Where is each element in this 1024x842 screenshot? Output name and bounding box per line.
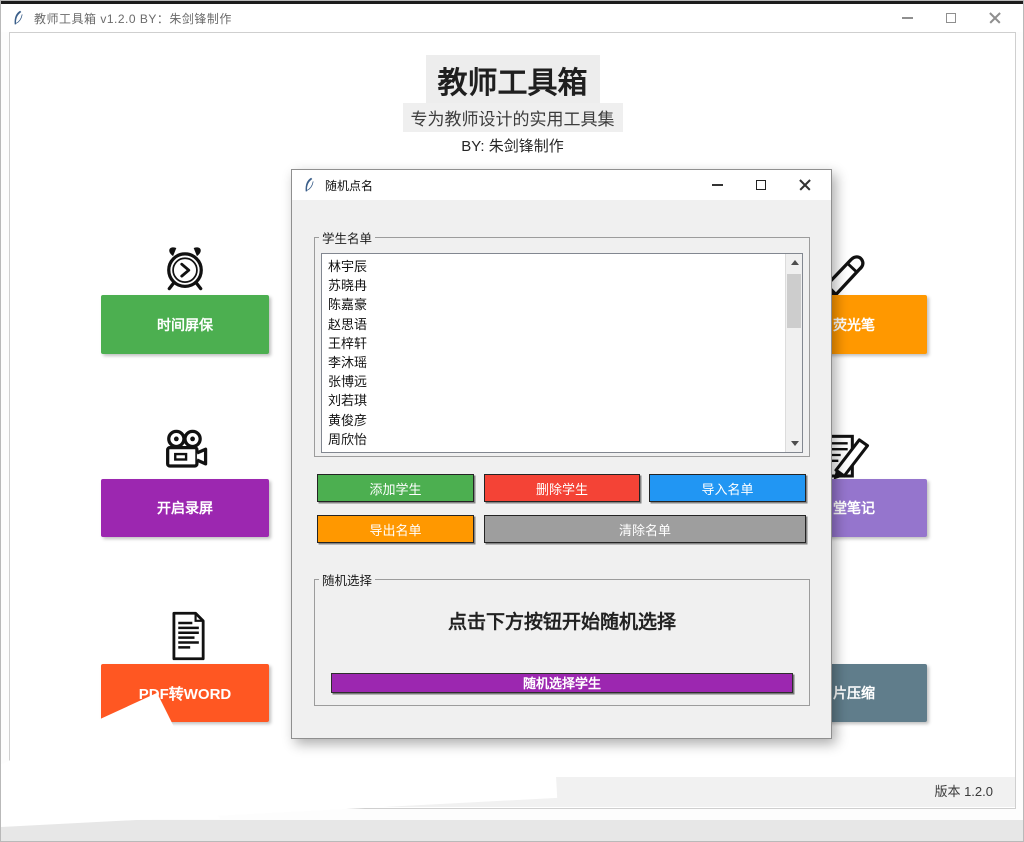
page-title-row: 教师工具箱: [10, 55, 1015, 105]
main-window-title: 教师工具箱 v1.2.0 BY：朱剑锋制作: [34, 10, 232, 27]
app-window: 教师工具箱 v1.2.0 BY：朱剑锋制作 教师工具箱 专为教师设计的实用工具集…: [0, 0, 1024, 842]
export-list-button[interactable]: 导出名单: [317, 515, 474, 543]
page-byline: BY: 朱剑锋制作: [10, 135, 1015, 156]
dialog-window-controls: [695, 171, 827, 199]
student-list-item[interactable]: 林宇辰: [328, 257, 779, 276]
student-list-group-label: 学生名单: [319, 228, 375, 247]
add-student-button[interactable]: 添加学生: [317, 474, 474, 502]
video-camera-icon: [159, 427, 211, 479]
random-select-group: 随机选择 点击下方按钮开始随机选择 随机选择学生: [314, 570, 810, 706]
dialog-minimize-icon[interactable]: [695, 171, 739, 199]
listbox-scrollbar[interactable]: [785, 254, 802, 452]
dialog-feather-icon: [303, 177, 316, 193]
dialog-title: 随机点名: [325, 177, 373, 194]
student-list-item[interactable]: 王梓轩: [328, 334, 779, 353]
random-select-group-label: 随机选择: [319, 570, 375, 589]
tool-button-screen-record[interactable]: 开启录屏: [101, 479, 269, 537]
alarm-clock-icon: [159, 242, 211, 294]
dialog-close-icon[interactable]: [783, 171, 827, 199]
dialog-titlebar[interactable]: 随机点名: [292, 170, 831, 200]
student-list-item[interactable]: 周欣怡: [328, 430, 779, 449]
delete-student-button[interactable]: 删除学生: [484, 474, 640, 502]
close-icon[interactable]: [973, 4, 1017, 32]
main-titlebar[interactable]: 教师工具箱 v1.2.0 BY：朱剑锋制作: [1, 4, 1023, 32]
student-names: 林宇辰 苏晓冉 陈嘉豪 赵思语 王梓轩 李沐瑶 张博远 刘若琪 黄俊彦 周欣怡: [322, 254, 785, 452]
minimize-icon[interactable]: [885, 4, 929, 32]
main-window-controls: [885, 4, 1017, 32]
maximize-icon[interactable]: [929, 4, 973, 32]
tool-button-time-screensaver[interactable]: 时间屏保: [101, 295, 269, 354]
app-feather-icon: [12, 10, 25, 26]
student-list-item[interactable]: 张博远: [328, 372, 779, 391]
page-subtitle-row: 专为教师设计的实用工具集: [10, 103, 1015, 132]
clear-list-button[interactable]: 清除名单: [484, 515, 806, 543]
window-bottom-edge: [1, 820, 1023, 842]
document-icon: [162, 610, 214, 662]
student-list-item[interactable]: 黄俊彦: [328, 411, 779, 430]
student-list-item[interactable]: 苏晓冉: [328, 276, 779, 295]
student-list-item[interactable]: 李沐瑶: [328, 353, 779, 372]
dialog-maximize-icon[interactable]: [739, 171, 783, 199]
dialog-random-rollcall: 随机点名 学生名单 林宇辰 苏晓冉 陈嘉豪 赵思语 王梓轩 李沐瑶 张博远 刘若…: [291, 169, 832, 739]
page-subtitle: 专为教师设计的实用工具集: [403, 103, 623, 132]
random-select-prompt: 点击下方按钮开始随机选择: [315, 607, 809, 634]
scroll-up-icon[interactable]: [786, 254, 803, 271]
page-title: 教师工具箱: [426, 55, 600, 105]
student-listbox[interactable]: 林宇辰 苏晓冉 陈嘉豪 赵思语 王梓轩 李沐瑶 张博远 刘若琪 黄俊彦 周欣怡: [321, 253, 803, 453]
version-label: 版本 1.2.0: [934, 784, 993, 799]
random-select-button[interactable]: 随机选择学生: [331, 673, 793, 693]
student-list-item[interactable]: 赵思语: [328, 315, 779, 334]
student-list-item[interactable]: 刘若琪: [328, 391, 779, 410]
scrollbar-thumb[interactable]: [787, 274, 801, 328]
scroll-down-icon[interactable]: [786, 435, 803, 452]
import-list-button[interactable]: 导入名单: [649, 474, 806, 502]
student-list-group: 学生名单 林宇辰 苏晓冉 陈嘉豪 赵思语 王梓轩 李沐瑶 张博远 刘若琪 黄俊彦…: [314, 228, 810, 457]
student-list-item[interactable]: 陈嘉豪: [328, 295, 779, 314]
